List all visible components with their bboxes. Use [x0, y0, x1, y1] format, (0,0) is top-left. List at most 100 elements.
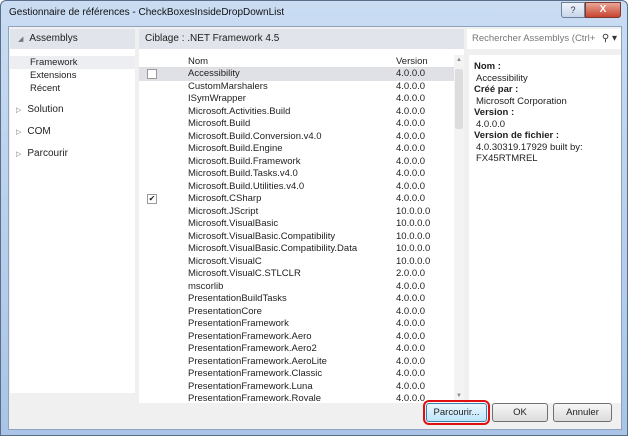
assembly-version: 4.0.0.0 [396, 193, 426, 204]
detail-label: Version : [474, 107, 515, 118]
dialog-body: ◢ Assemblys Framework Extensions Récent ▷… [8, 26, 622, 430]
assembly-name: Microsoft.Build.Framework [188, 155, 301, 167]
assembly-version: 4.0.0.0 [396, 130, 426, 142]
sidebar-assemblys[interactable]: ◢ Assemblys [10, 29, 135, 49]
table-row[interactable]: Microsoft.VisualBasic.Compatibility.Data… [139, 243, 454, 256]
table-row[interactable]: PresentationFramework.Classic 4.0.0.0 [139, 368, 454, 381]
table-row[interactable]: Microsoft.Build.Utilities.v4.0 4.0.0.0 [139, 181, 454, 194]
assembly-name: Microsoft.Build.Engine [188, 143, 283, 154]
table-row[interactable]: PresentationFramework 4.0.0.0 [139, 318, 454, 331]
table-row[interactable]: Microsoft.VisualBasic 10.0.0.0 [139, 218, 454, 231]
cancel-button[interactable]: Annuler [553, 403, 612, 422]
scrollbar-thumb[interactable] [455, 69, 463, 129]
assembly-version: 4.0.0.0 [396, 305, 426, 317]
window-title: Gestionnaire de références - CheckBoxesI… [9, 7, 285, 18]
sidebar-header-label: Assemblys [29, 33, 78, 44]
assembly-version: 4.0.0.0 [396, 343, 426, 354]
table-row[interactable]: Microsoft.JScript 10.0.0.0 [139, 206, 454, 219]
table-row[interactable]: ISymWrapper 4.0.0.0 [139, 93, 454, 106]
table-row[interactable]: Microsoft.VisualC.STLCLR 2.0.0.0 [139, 268, 454, 281]
detail-value: 4.0.0.0 [476, 118, 506, 130]
table-row[interactable]: PresentationFramework.Royale 4.0.0.0 [139, 393, 454, 401]
table-row[interactable]: PresentationFramework.AeroLite 4.0.0.0 [139, 356, 454, 369]
assembly-version: 4.0.0.0 [396, 293, 426, 304]
detail-label: Version de fichier : [474, 130, 559, 141]
ok-button[interactable]: OK [492, 403, 548, 422]
table-row[interactable]: mscorlib 4.0.0.0 [139, 281, 454, 294]
table-row[interactable]: Microsoft.Build.Tasks.v4.0 4.0.0.0 [139, 168, 454, 181]
search-icon[interactable]: ⚲ ▾ [602, 29, 617, 49]
assembly-version: 4.0.0.0 [396, 368, 426, 379]
sidebar-item-browse[interactable]: ▷ Parcourir [10, 147, 135, 161]
assembly-name: Microsoft.JScript [188, 205, 259, 217]
assembly-name: Microsoft.VisualBasic.Compatibility.Data [188, 243, 358, 254]
vertical-scrollbar[interactable]: ▲ ▼ [454, 55, 464, 401]
assembly-version: 4.0.0.0 [396, 93, 426, 104]
sidebar-item-label: COM [27, 126, 51, 137]
assembly-name: PresentationFramework.Aero [188, 330, 312, 342]
assembly-version: 4.0.0.0 [396, 168, 426, 179]
assembly-version: 4.0.0.0 [396, 280, 426, 292]
assembly-version: 4.0.0.0 [396, 118, 426, 129]
reference-checkbox[interactable]: ✔ [147, 194, 157, 204]
dialog-window: Gestionnaire de références - CheckBoxesI… [0, 0, 628, 436]
assembly-version: 4.0.0.0 [396, 143, 426, 154]
assembly-version: 4.0.0.0 [396, 155, 426, 167]
assembly-name: PresentationFramework.Royale [188, 393, 322, 401]
assembly-name: Microsoft.VisualC.STLCLR [188, 268, 301, 279]
browse-button[interactable]: Parcourir... [423, 400, 490, 425]
table-row[interactable]: Microsoft.Build.Engine 4.0.0.0 [139, 143, 454, 156]
table-row[interactable]: PresentationFramework.Luna 4.0.0.0 [139, 381, 454, 394]
sidebar-item-com[interactable]: ▷ COM [10, 125, 135, 139]
search-input[interactable]: Rechercher Assemblys (Ctrl+ ⚲ ▾ [467, 29, 621, 49]
assembly-name: Microsoft.Activities.Build [188, 105, 291, 117]
column-version[interactable]: Version [396, 55, 428, 68]
collapsed-triangle-icon: ▷ [16, 151, 22, 158]
sidebar-item-recent[interactable]: Récent [10, 82, 135, 95]
assembly-version: 10.0.0.0 [396, 255, 431, 267]
table-row[interactable]: Microsoft.Build.Framework 4.0.0.0 [139, 156, 454, 169]
assembly-version: 4.0.0.0 [396, 318, 426, 329]
assembly-version: 10.0.0.0 [396, 230, 431, 242]
column-name[interactable]: Nom [188, 55, 208, 68]
detail-value: FX45RTMREL [476, 153, 538, 164]
sidebar-item-solution[interactable]: ▷ Solution [10, 103, 135, 117]
assembly-version: 10.0.0.0 [396, 243, 431, 254]
close-button[interactable]: X [585, 2, 621, 18]
table-row[interactable]: PresentationFramework.Aero 4.0.0.0 [139, 331, 454, 344]
column-headers: Nom Version [139, 55, 454, 68]
table-row[interactable]: Microsoft.Activities.Build 4.0.0.0 [139, 106, 454, 119]
search-placeholder: Rechercher Assemblys (Ctrl+ [472, 33, 596, 44]
table-row[interactable]: Microsoft.Build 4.0.0.0 [139, 118, 454, 131]
table-row[interactable]: PresentationBuildTasks 4.0.0.0 [139, 293, 454, 306]
table-row[interactable]: Microsoft.VisualC 10.0.0.0 [139, 256, 454, 269]
assembly-version: 10.0.0.0 [396, 205, 431, 217]
reference-checkbox[interactable] [147, 69, 157, 79]
assembly-name: PresentationFramework.Aero2 [188, 343, 317, 354]
assembly-version: 4.0.0.0 [396, 380, 426, 392]
sidebar-item-label: Parcourir [27, 148, 68, 159]
scroll-up-icon[interactable]: ▲ [454, 57, 464, 63]
sidebar-item-extensions[interactable]: Extensions [10, 69, 135, 82]
table-row[interactable]: CustomMarshalers 4.0.0.0 [139, 81, 454, 94]
assembly-name: Microsoft.Build.Utilities.v4.0 [188, 180, 305, 192]
assembly-name: Microsoft.CSharp [188, 193, 262, 204]
table-row[interactable]: PresentationFramework.Aero2 4.0.0.0 [139, 343, 454, 356]
table-row[interactable]: Microsoft.Build.Conversion.v4.0 4.0.0.0 [139, 131, 454, 144]
table-row[interactable]: ✔ Microsoft.CSharp 4.0.0.0 [139, 193, 454, 206]
sidebar-item-framework[interactable]: Framework [10, 56, 135, 69]
assembly-name: PresentationFramework.Classic [188, 368, 323, 379]
table-row[interactable]: Accessibility 4.0.0.0 [139, 68, 454, 81]
collapsed-triangle-icon: ▷ [16, 107, 22, 114]
table-row[interactable]: PresentationCore 4.0.0.0 [139, 306, 454, 319]
table-row[interactable]: Microsoft.VisualBasic.Compatibility 10.0.… [139, 231, 454, 244]
help-button[interactable]: ? [561, 2, 585, 18]
assembly-name: Microsoft.VisualC [188, 255, 262, 267]
expanded-triangle-icon: ◢ [18, 36, 24, 43]
scroll-down-icon[interactable]: ▼ [454, 393, 464, 399]
assembly-name: PresentationFramework.AeroLite [188, 355, 327, 367]
assembly-name: Microsoft.Build.Conversion.v4.0 [188, 130, 322, 142]
assembly-list: Accessibility 4.0.0.0 CustomMarshalers 4.0.… [139, 68, 454, 401]
detail-value: 4.0.30319.17929 built by: [476, 141, 583, 153]
assembly-name: PresentationBuildTasks [188, 293, 287, 304]
